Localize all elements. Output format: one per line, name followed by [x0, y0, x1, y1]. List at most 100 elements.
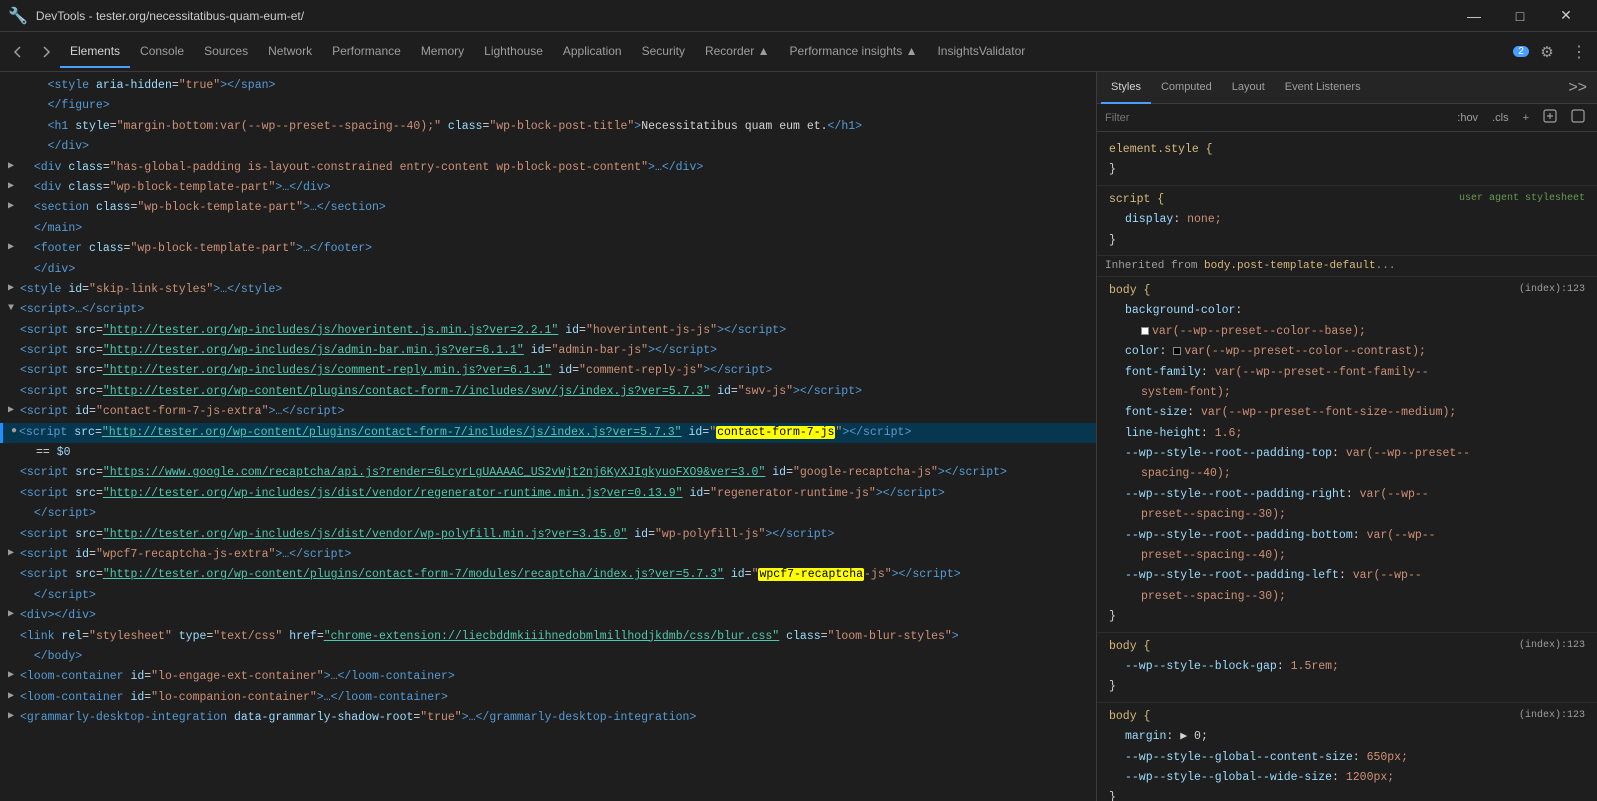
element-line: <footer class="wp-block-template-part">…… [0, 239, 1096, 259]
hov-button[interactable]: :hov [1453, 110, 1482, 126]
style-prop-padding-top2: spacing--40); [1109, 464, 1585, 484]
nav-forward-button[interactable] [32, 38, 60, 66]
style-block-body2: body { (index):123 --wp--style--block-ga… [1097, 633, 1597, 703]
style-block-element: element.style { } [1097, 136, 1597, 186]
tab-elements[interactable]: Elements [60, 36, 130, 68]
element-line: == $0 [0, 443, 1096, 463]
title-bar: 🔧 DevTools - tester.org/necessitatibus-q… [0, 0, 1597, 32]
sub-tab-computed[interactable]: Computed [1151, 72, 1222, 104]
style-selector-script: script { [1109, 191, 1164, 209]
tab-performance[interactable]: Performance [322, 36, 411, 68]
sub-tab-event-listeners[interactable]: Event Listeners [1275, 72, 1371, 104]
right-panel: Styles Computed Layout Event Listeners >… [1097, 72, 1597, 801]
style-prop-fontfamily2: system-font); [1109, 383, 1585, 403]
style-prop-lineheight: line-height: 1.6; [1109, 424, 1585, 444]
style-prop-margin: margin: ▶ 0; [1109, 727, 1585, 747]
style-prop-padding-left: --wp--style--root--padding-left: var(--w… [1109, 566, 1585, 586]
title-bar-text: DevTools - tester.org/necessitatibus-qua… [36, 9, 1443, 23]
element-line: <script src="http://tester.org/wp-includ… [0, 361, 1096, 381]
element-line: <script id="wpcf7-recaptcha-js-extra">…<… [0, 545, 1096, 565]
source-link-1[interactable]: (index):123 [1519, 282, 1585, 300]
tab-memory[interactable]: Memory [411, 36, 474, 68]
tab-performance-insights[interactable]: Performance insights ▲ [780, 36, 928, 68]
element-line: </div> [0, 260, 1096, 280]
element-line: <script src="http://tester.org/wp-includ… [0, 484, 1096, 504]
main-container: <style aria-hidden="true"></span> </figu… [0, 72, 1597, 801]
source-link-3[interactable]: (index):123 [1519, 708, 1585, 726]
style-close-brace4: } [1109, 788, 1585, 801]
element-line: <script src="http://tester.org/wp-includ… [0, 341, 1096, 361]
element-line: <section class="wp-block-template-part">… [0, 198, 1096, 218]
element-line: <script src="http://tester.org/wp-conten… [0, 565, 1096, 585]
style-prop-padding-top: --wp--style--root--padding-top: var(--wp… [1109, 444, 1585, 464]
settings-button[interactable]: ⚙ [1533, 38, 1561, 66]
element-line-selected: ● <script src="http://tester.org/wp-cont… [0, 423, 1096, 443]
element-line: </div> [0, 137, 1096, 157]
style-brace: } [1109, 163, 1116, 176]
style-prop-padding-left2: preset--spacing--30); [1109, 587, 1585, 607]
tab-lighthouse[interactable]: Lighthouse [474, 36, 553, 68]
tab-recorder[interactable]: Recorder ▲ [695, 36, 780, 68]
element-line: <h1 style="margin-bottom:var(--wp--prese… [0, 117, 1096, 137]
element-line: <grammarly-desktop-integration data-gram… [0, 708, 1096, 728]
element-line: <div class="wp-block-template-part">…</d… [0, 178, 1096, 198]
more-button[interactable]: ⋮ [1565, 38, 1593, 66]
style-block-body1: body { (index):123 background-color: var… [1097, 277, 1597, 633]
style-prop-fontfamily: font-family: var(--wp--preset--font-fami… [1109, 363, 1585, 383]
sub-tab-styles[interactable]: Styles [1101, 72, 1151, 104]
element-line: <style id="skip-link-styles">…</style> [0, 280, 1096, 300]
cls-button[interactable]: .cls [1488, 110, 1513, 126]
filter-bar: :hov .cls + [1097, 104, 1597, 132]
tab-application[interactable]: Application [553, 36, 632, 68]
element-line: <script src="http://tester.org/wp-includ… [0, 321, 1096, 341]
style-prop-blockgap: --wp--style--block-gap: 1.5rem; [1109, 657, 1585, 677]
element-line: </script> [0, 586, 1096, 606]
style-prop-contentsize: --wp--style--global--content-size: 650px… [1109, 748, 1585, 768]
element-line: <style aria-hidden="true"></span> [0, 76, 1096, 96]
element-line: <script id="contact-form-7-js-extra">…</… [0, 402, 1096, 422]
style-prop-background: background-color: [1109, 301, 1585, 321]
sub-tab-bar: Styles Computed Layout Event Listeners >… [1097, 72, 1597, 104]
styles-content[interactable]: element.style { } script { user agent st… [1097, 132, 1597, 801]
element-line: <loom-container id="lo-engage-ext-contai… [0, 667, 1096, 687]
style-close-brace: } [1109, 231, 1585, 251]
element-line: <script src="http://tester.org/wp-includ… [0, 525, 1096, 545]
element-line: </figure> [0, 96, 1096, 116]
style-prop-background-val: var(--wp--preset--color--base); [1109, 322, 1585, 342]
element-line: <div></div> [0, 606, 1096, 626]
element-line: </body> [0, 647, 1096, 667]
devtools-icon: 🔧 [8, 6, 28, 26]
body-selector-1: body { [1109, 282, 1150, 300]
close-style-button[interactable] [1567, 107, 1589, 128]
element-line: </main> [0, 219, 1096, 239]
sub-tab-more-button[interactable]: >> [1562, 79, 1593, 97]
tab-bar: Elements Console Sources Network Perform… [0, 32, 1597, 72]
elements-panel[interactable]: <style aria-hidden="true"></span> </figu… [0, 72, 1097, 801]
toggle-style-button[interactable] [1539, 107, 1561, 128]
body-selector-3: body { [1109, 708, 1150, 726]
style-close-brace3: } [1109, 677, 1585, 697]
tab-security[interactable]: Security [632, 36, 695, 68]
notification-badge: 2 [1513, 46, 1529, 57]
minimize-button[interactable]: — [1451, 0, 1497, 32]
tab-sources[interactable]: Sources [194, 36, 258, 68]
maximize-button[interactable]: □ [1497, 0, 1543, 32]
tab-console[interactable]: Console [130, 36, 194, 68]
body-selector-2: body { [1109, 638, 1150, 656]
element-line: <div class="has-global-padding is-layout… [0, 158, 1096, 178]
style-prop-padding-bottom: --wp--style--root--padding-bottom: var(-… [1109, 526, 1585, 546]
source-link-2[interactable]: (index):123 [1519, 638, 1585, 656]
filter-input[interactable] [1105, 112, 1447, 124]
nav-back-button[interactable] [4, 38, 32, 66]
window-controls: — □ ✕ [1451, 0, 1589, 32]
tab-insightsvalidator[interactable]: InsightsValidator [927, 36, 1035, 68]
sub-tab-layout[interactable]: Layout [1222, 72, 1275, 104]
inherited-header: Inherited from body.post-template-defaul… [1097, 256, 1597, 277]
style-prop-padding-bottom2: preset--spacing--40); [1109, 546, 1585, 566]
add-style-button[interactable]: + [1519, 110, 1533, 126]
close-button[interactable]: ✕ [1543, 0, 1589, 32]
tab-network[interactable]: Network [258, 36, 322, 68]
element-line: <script>…</script> [0, 300, 1096, 320]
style-origin: user agent stylesheet [1459, 191, 1585, 209]
element-line: <script src="https://www.google.com/reca… [0, 463, 1096, 483]
